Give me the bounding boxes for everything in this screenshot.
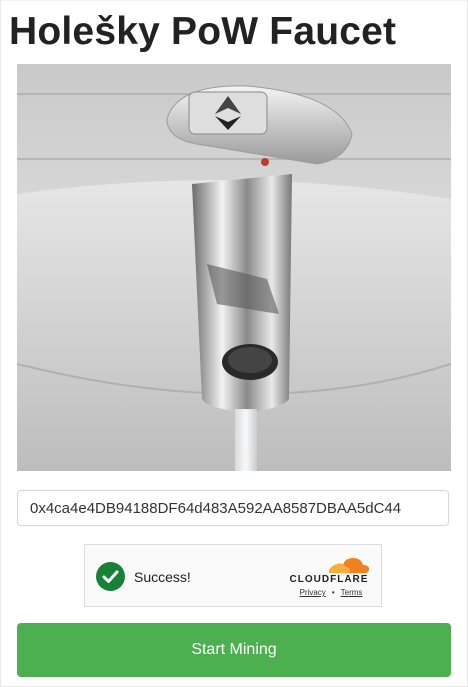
success-check-icon bbox=[96, 562, 125, 591]
start-mining-button[interactable]: Start Mining bbox=[17, 623, 451, 677]
wallet-address-input[interactable] bbox=[17, 490, 449, 526]
link-separator: • bbox=[331, 588, 335, 597]
terms-link[interactable]: Terms bbox=[341, 588, 363, 597]
captcha-links: Privacy • Terms bbox=[291, 588, 371, 597]
captcha-status: Success! bbox=[134, 569, 191, 585]
cloudflare-wordmark: CLOUDFLARE bbox=[289, 574, 369, 585]
page-title: Holešky PoW Faucet bbox=[9, 10, 397, 53]
turnstile-captcha[interactable]: Success! CLOUDFLARE Privacy • Terms bbox=[84, 544, 382, 607]
faucet-image bbox=[17, 64, 451, 471]
cloudflare-logo-icon bbox=[329, 558, 369, 573]
privacy-link[interactable]: Privacy bbox=[300, 588, 326, 597]
